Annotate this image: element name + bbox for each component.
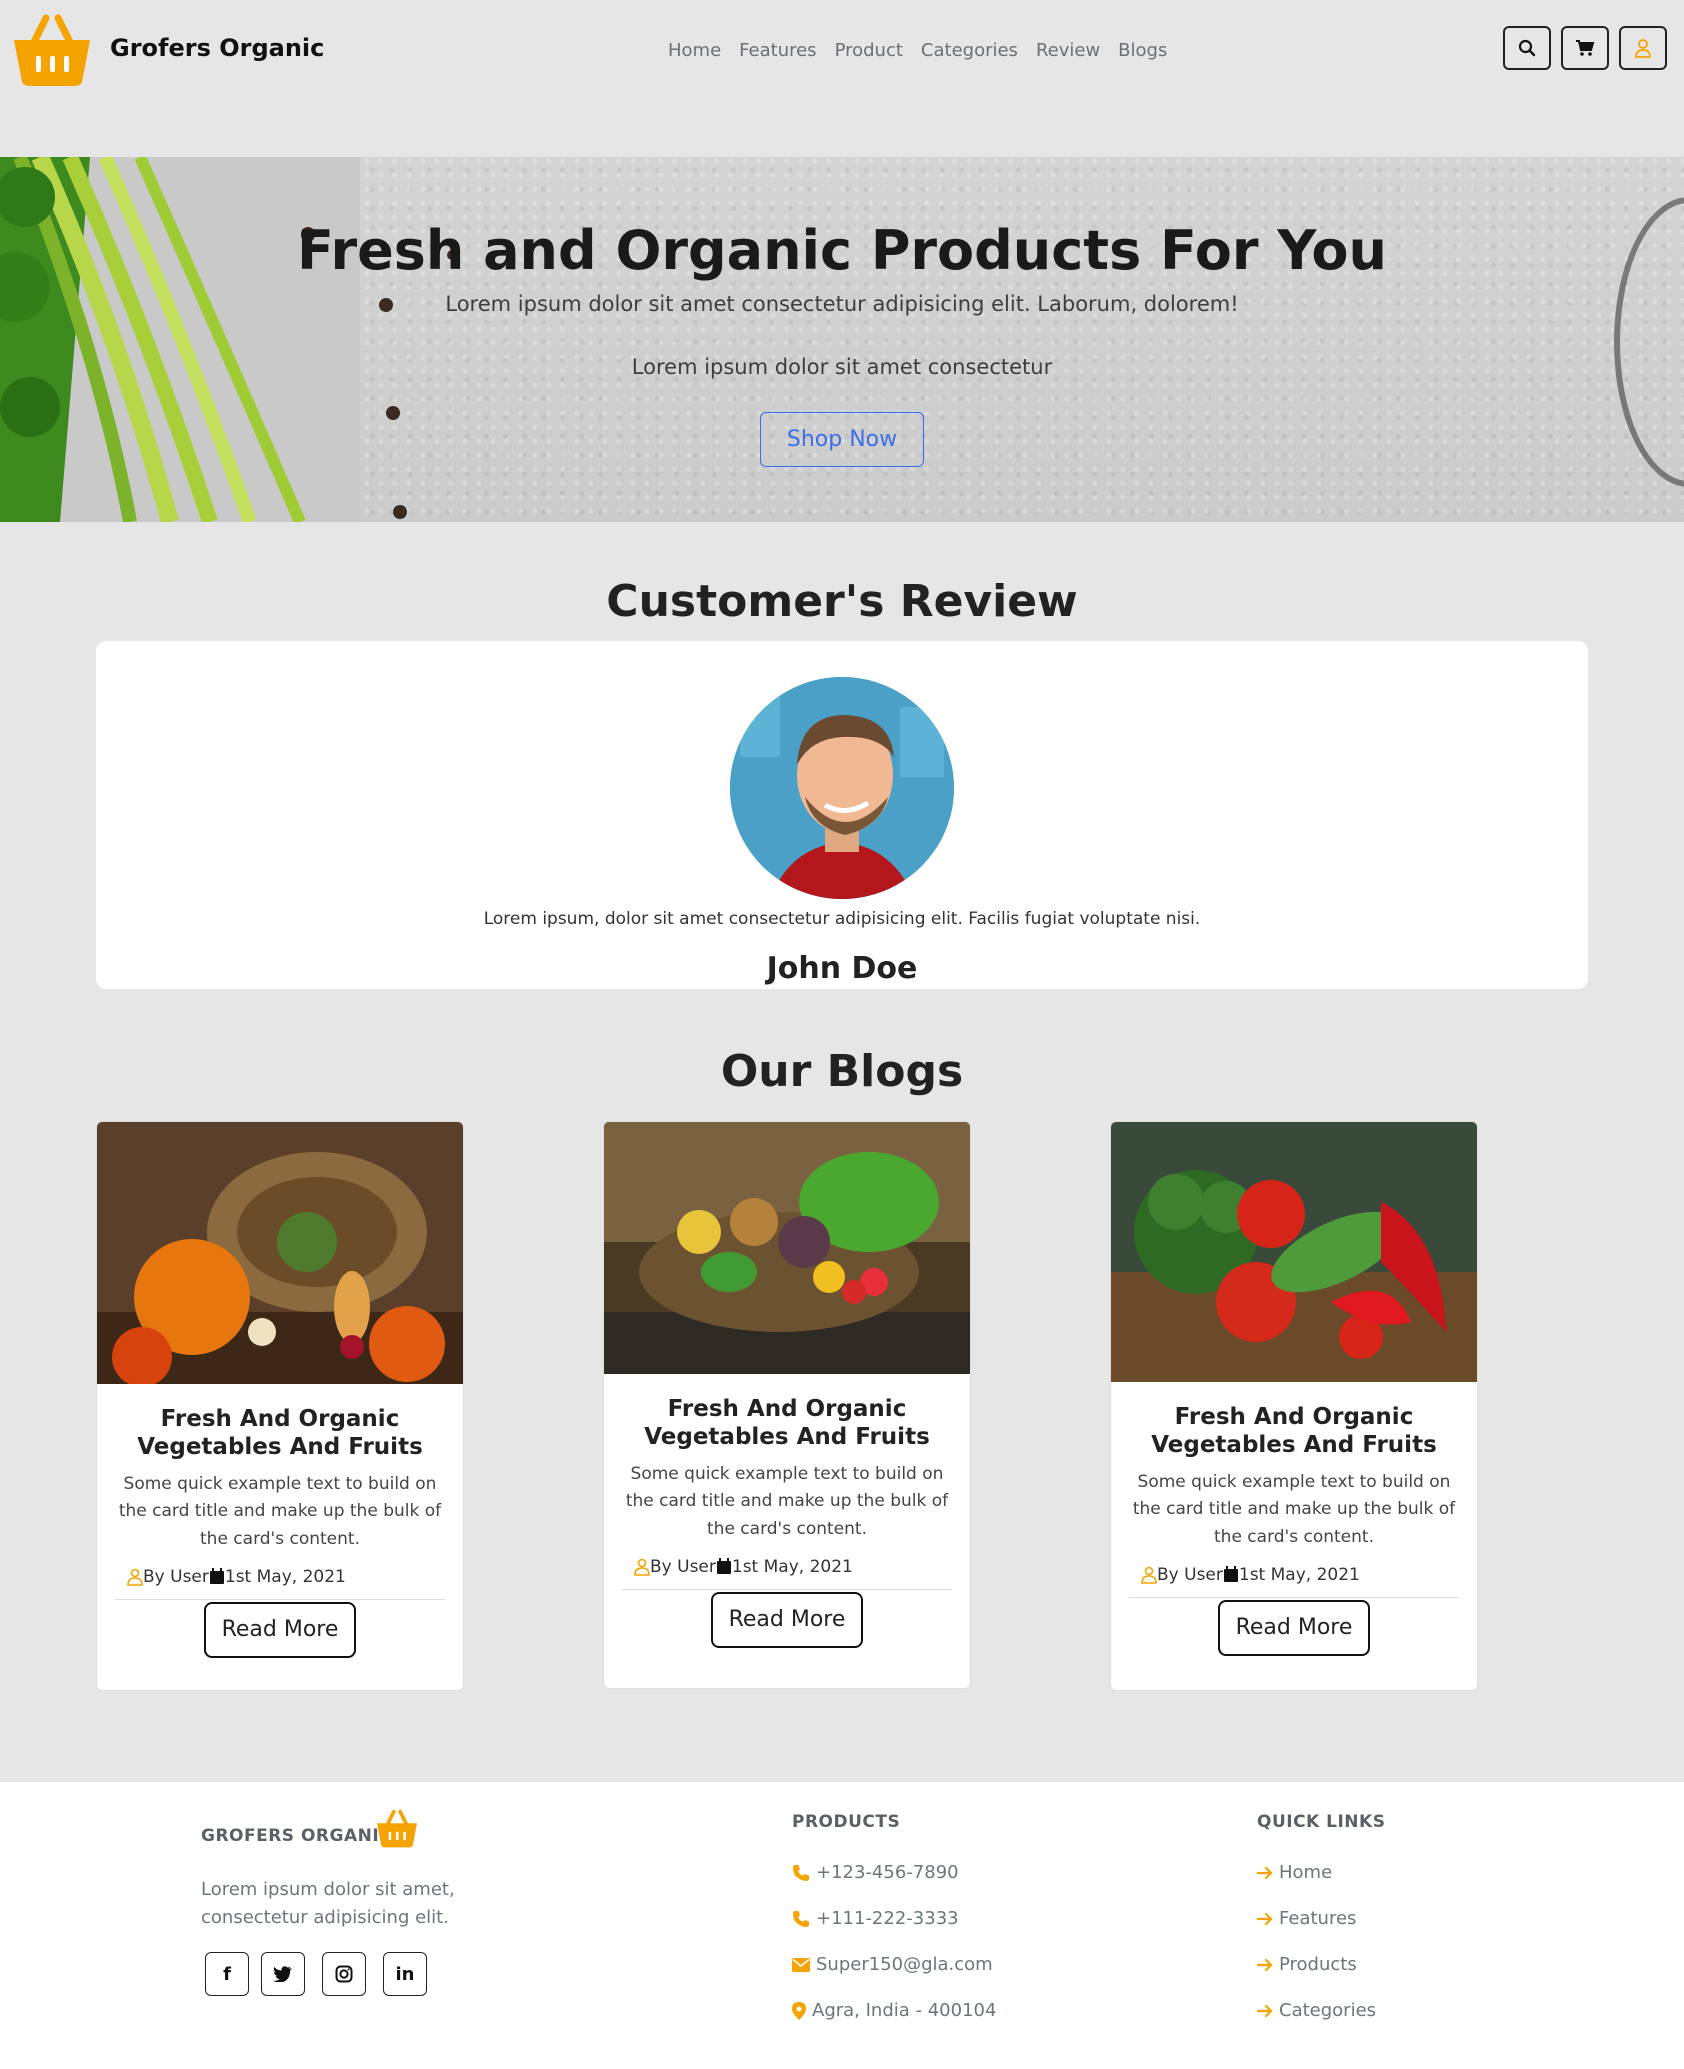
footer-link-features[interactable]: Features [1257,1908,1356,1929]
search-icon [1518,39,1536,57]
card-divider [115,1598,445,1600]
footer-link-categories[interactable]: Categories [1257,2000,1376,2021]
avatar [730,677,954,899]
blog-author: By User [143,1566,209,1587]
blog-date: 1st May, 2021 [1238,1564,1360,1585]
calendar-icon [209,1568,224,1585]
hero-banner: Fresh and Organic Products For You Lorem… [0,157,1684,522]
blog-text: Some quick example text to build on the … [625,1464,949,1539]
review-card: Lorem ipsum, dolor sit amet consectetur … [96,641,1588,989]
footer-quick-links-heading: QUICK LINKS [1257,1812,1386,1832]
hero-subtitle: Lorem ipsum dolor sit amet consectetur a… [445,292,1239,316]
arrow-right-icon [1257,1866,1273,1879]
hero-subtitle-secondary: Lorem ipsum dolor sit amet consectetur [631,355,1053,379]
arrow-right-icon [1257,2004,1273,2017]
blog-text: Some quick example text to build on the … [118,1474,442,1549]
blog-author: By User [650,1556,716,1577]
basket-logo-icon[interactable] [12,12,92,86]
read-more-button[interactable]: Read More [711,1591,863,1648]
address-text: Agra, India - 400104 [812,2000,997,2021]
blog-meta: By User 1st May, 2021 [604,1557,970,1577]
main-nav: Home Features Product Categories Review … [668,40,1167,61]
blog-date: 1st May, 2021 [224,1566,346,1587]
read-more-button[interactable]: Read More [1218,1599,1370,1656]
shop-now-button[interactable]: Shop Now [760,412,924,467]
footer-brand: GROFERS ORGANIC [201,1826,393,1846]
basket-logo-icon [377,1809,417,1848]
footer-link-home[interactable]: Home [1257,1862,1332,1883]
email-address: Super150@gla.com [816,1954,993,1975]
blog-author: By User [1157,1564,1223,1585]
blog-card: Fresh And Organic Vegetables And Fruits … [1110,1121,1478,1691]
arrow-right-icon [1257,1958,1273,1971]
review-section-title: Customer's Review [606,576,1078,627]
footer-products-heading: PRODUCTS [792,1812,901,1832]
linkedin-button[interactable]: in [383,1952,427,1996]
phone-icon [793,1864,809,1881]
nav-review[interactable]: Review [1036,40,1100,61]
user-icon [1141,1566,1157,1584]
reviewer-name: John Doe [766,951,918,986]
arrow-right-icon [1257,1912,1273,1925]
envelope-icon [792,1957,810,1972]
facebook-button[interactable]: f [205,1952,249,1996]
blog-date: 1st May, 2021 [731,1556,853,1577]
nav-features[interactable]: Features [739,40,816,61]
calendar-icon [716,1558,731,1575]
blog-meta: By User 1st May, 2021 [97,1567,463,1587]
calendar-icon [1223,1566,1238,1583]
blog-card: Fresh And Organic Vegetables And Fruits … [96,1121,464,1691]
phone-number: +111-222-3333 [816,1908,959,1929]
phone-contact[interactable]: +123-456-7890 [792,1862,959,1883]
twitter-icon [273,1966,292,1982]
blog-meta: By User 1st May, 2021 [1111,1565,1477,1585]
blog-text: Some quick example text to build on the … [1132,1472,1456,1547]
user-icon [634,1558,650,1576]
link-label: Home [1279,1862,1333,1883]
account-button[interactable] [1619,26,1667,70]
review-text: Lorem ipsum, dolor sit amet consectetur … [483,909,1201,929]
blog-image [604,1122,970,1374]
reviewer-photo [730,677,954,899]
blog-title[interactable]: Fresh And Organic Vegetables And Fruits [1111,1404,1477,1459]
cart-icon [1576,40,1595,56]
facebook-icon: f [223,1963,231,1985]
brand-name[interactable]: Grofers Organic [110,34,324,62]
nav-home[interactable]: Home [668,40,721,61]
email-contact[interactable]: Super150@gla.com [792,1954,993,1975]
cart-button[interactable] [1561,26,1609,70]
phone-contact[interactable]: +111-222-3333 [792,1908,959,1929]
card-divider [622,1588,952,1590]
phone-icon [793,1910,809,1927]
hero-title: Fresh and Organic Products For You [297,219,1387,282]
nav-product[interactable]: Product [835,40,903,61]
nav-blogs[interactable]: Blogs [1118,40,1167,61]
blog-image [97,1122,463,1387]
read-more-button[interactable]: Read More [204,1601,356,1658]
user-icon [1635,39,1651,58]
address-contact: Agra, India - 400104 [792,2000,996,2021]
blog-card: Fresh And Organic Vegetables And Fruits … [603,1121,971,1689]
linkedin-icon: in [395,1963,415,1985]
instagram-icon [335,1965,353,1983]
blog-title[interactable]: Fresh And Organic Vegetables And Fruits [604,1396,970,1451]
link-label: Categories [1279,2000,1377,2021]
link-label: Products [1279,1954,1357,1975]
footer-about: Lorem ipsum dolor sit amet, consectetur … [201,1879,455,1928]
search-button[interactable] [1503,26,1551,70]
phone-number: +123-456-7890 [816,1862,959,1883]
site-header: Grofers Organic Home Features Product Ca… [0,0,1684,120]
user-icon [127,1568,143,1586]
blog-title[interactable]: Fresh And Organic Vegetables And Fruits [97,1406,463,1461]
instagram-button[interactable] [322,1952,366,1996]
card-divider [1129,1596,1459,1598]
twitter-button[interactable] [261,1952,305,1996]
link-label: Features [1279,1908,1357,1929]
map-pin-icon [792,2001,806,2020]
footer-link-products[interactable]: Products [1257,1954,1357,1975]
nav-categories[interactable]: Categories [921,40,1018,61]
blog-image [1111,1122,1477,1382]
blogs-section-title: Our Blogs [720,1046,964,1097]
